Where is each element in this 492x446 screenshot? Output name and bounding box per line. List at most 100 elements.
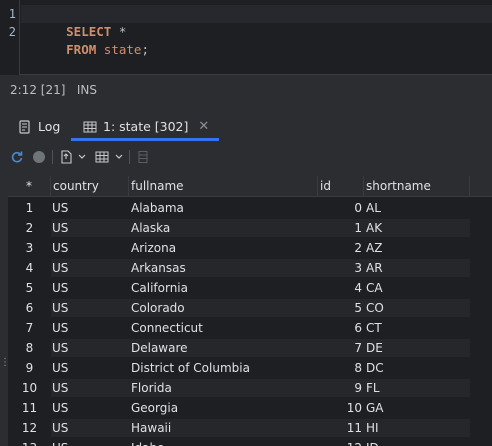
cell-country[interactable]: US [52,418,129,438]
cell-country[interactable]: US [52,298,129,318]
cell-shortname[interactable]: CT [366,318,470,338]
cell-shortname[interactable]: DE [366,338,470,358]
table-row[interactable]: 12 US Hawaii 11 HI [8,418,492,438]
cell-country[interactable]: US [52,218,129,238]
cell-shortname[interactable]: HI [366,418,470,438]
chevron-down-icon[interactable] [77,150,87,164]
cell-id[interactable]: 11 [318,418,364,438]
code-line-2[interactable]: FROM state; [21,23,149,57]
row-number[interactable]: 2 [8,218,51,238]
cell-shortname[interactable]: AR [366,258,470,278]
row-number[interactable]: 7 [8,318,51,338]
cell-fullname[interactable]: Delaware [131,338,318,358]
export-icon[interactable] [59,150,73,164]
table-row[interactable]: 4 US Arkansas 3 AR [8,258,492,278]
cell-fullname[interactable]: District of Columbia [131,358,318,378]
cell-fullname[interactable]: Georgia [131,398,318,418]
cell-fullname[interactable]: Connecticut [131,318,318,338]
cell-country[interactable]: US [52,398,129,418]
cell-fullname[interactable]: Alabama [131,198,318,218]
cell-shortname[interactable]: AZ [366,238,470,258]
cell-fullname[interactable]: Colorado [131,298,318,318]
cell-fullname[interactable]: Arizona [131,238,318,258]
cell-country[interactable]: US [52,338,129,358]
row-number[interactable]: 3 [8,238,51,258]
cell-fullname[interactable]: Florida [131,378,318,398]
table-row[interactable]: 9 US District of Columbia 8 DC [8,358,492,378]
cell-id[interactable]: 0 [318,198,364,218]
cell-country[interactable]: US [52,278,129,298]
drag-handle-icon[interactable]: ⋮ [0,356,10,370]
cell-fullname[interactable]: Alaska [131,218,318,238]
row-number[interactable]: 10 [8,378,51,398]
cell-country[interactable]: US [52,238,129,258]
column-header-fullname[interactable]: fullname [129,176,318,197]
cell-id[interactable]: 5 [318,298,364,318]
cell-shortname[interactable]: DC [366,358,470,378]
chevron-down-icon[interactable] [114,150,124,164]
row-number[interactable]: 12 [8,418,51,438]
insert-mode[interactable]: INS [77,83,97,97]
cell-id[interactable]: 12 [318,438,364,446]
table-row[interactable]: 7 US Connecticut 6 CT [8,318,492,338]
cell-country[interactable]: US [52,358,129,378]
cell-shortname[interactable]: CA [366,278,470,298]
row-number[interactable]: 11 [8,398,51,418]
select-all-header[interactable]: * [8,176,51,197]
column-header-id[interactable]: id [318,176,364,197]
row-number[interactable]: 5 [8,278,51,298]
table-row[interactable]: 13USIdaho12ID [8,438,492,446]
table-row[interactable]: 1 US Alabama 0 AL [8,198,492,218]
column-header-country[interactable]: country [51,176,129,197]
cell-id[interactable]: 10 [318,398,364,418]
cell-fullname[interactable]: California [131,278,318,298]
stop-icon[interactable] [32,150,46,164]
sql-editor[interactable]: 1 2 SELECT * FROM state; [0,0,492,75]
row-number[interactable]: 9 [8,358,51,378]
cell-id[interactable]: 7 [318,338,364,358]
cell-fullname[interactable]: Idaho [131,438,318,446]
cell-id[interactable]: 6 [318,318,364,338]
cell-shortname[interactable]: ID [366,438,470,446]
cell-id[interactable]: 9 [318,378,364,398]
cell-id[interactable]: 1 [318,218,364,238]
row-number[interactable]: 13 [8,438,51,446]
grid-view-icon[interactable] [95,150,109,164]
table-row[interactable]: 8 US Delaware 7 DE [8,338,492,358]
row-number[interactable]: 4 [8,258,51,278]
table-row[interactable]: 6 US Colorado 5 CO [8,298,492,318]
cell-id[interactable]: 4 [318,278,364,298]
column-header-shortname[interactable]: shortname [364,176,470,197]
cell-shortname[interactable]: AK [366,218,470,238]
cell-fullname[interactable]: Hawaii [131,418,318,438]
cell-id[interactable]: 2 [318,238,364,258]
result-grid[interactable]: * country fullname id shortname 1 US Alaba… [8,176,492,446]
cell-country[interactable]: US [52,198,129,218]
tab-log[interactable]: Log [18,113,60,141]
cell-fullname[interactable]: Arkansas [131,258,318,278]
cell-shortname[interactable]: FL [366,378,470,398]
close-icon[interactable]: ✕ [198,115,209,139]
cell-shortname[interactable]: AL [366,198,470,218]
tab-state-result[interactable]: 1: state [302] ✕ [71,113,220,141]
table-row[interactable]: 3 US Arizona 2 AZ [8,238,492,258]
table-row[interactable]: 11 US Georgia 10 GA [8,398,492,418]
cell-id[interactable]: 3 [318,258,364,278]
code-line-1[interactable]: SELECT * [21,5,492,39]
cell-shortname[interactable]: CO [366,298,470,318]
row-number[interactable]: 6 [8,298,51,318]
cell-country[interactable]: US [52,438,129,446]
table-row[interactable]: 5 US California 4 CA [8,278,492,298]
delete-icon[interactable] [136,150,150,164]
row-number[interactable]: 1 [8,198,51,218]
cell-country[interactable]: US [52,378,129,398]
table-row[interactable]: 2 US Alaska 1 AK [8,218,492,238]
cell-country[interactable]: US [52,318,129,338]
refresh-icon[interactable] [10,150,24,164]
cell-shortname[interactable]: GA [366,398,470,418]
cell-country[interactable]: US [52,258,129,278]
caret-position[interactable]: 2:12 [21] [10,83,65,97]
row-number[interactable]: 8 [8,338,51,358]
table-row[interactable]: 10 US Florida 9 FL [8,378,492,398]
cell-id[interactable]: 8 [318,358,364,378]
